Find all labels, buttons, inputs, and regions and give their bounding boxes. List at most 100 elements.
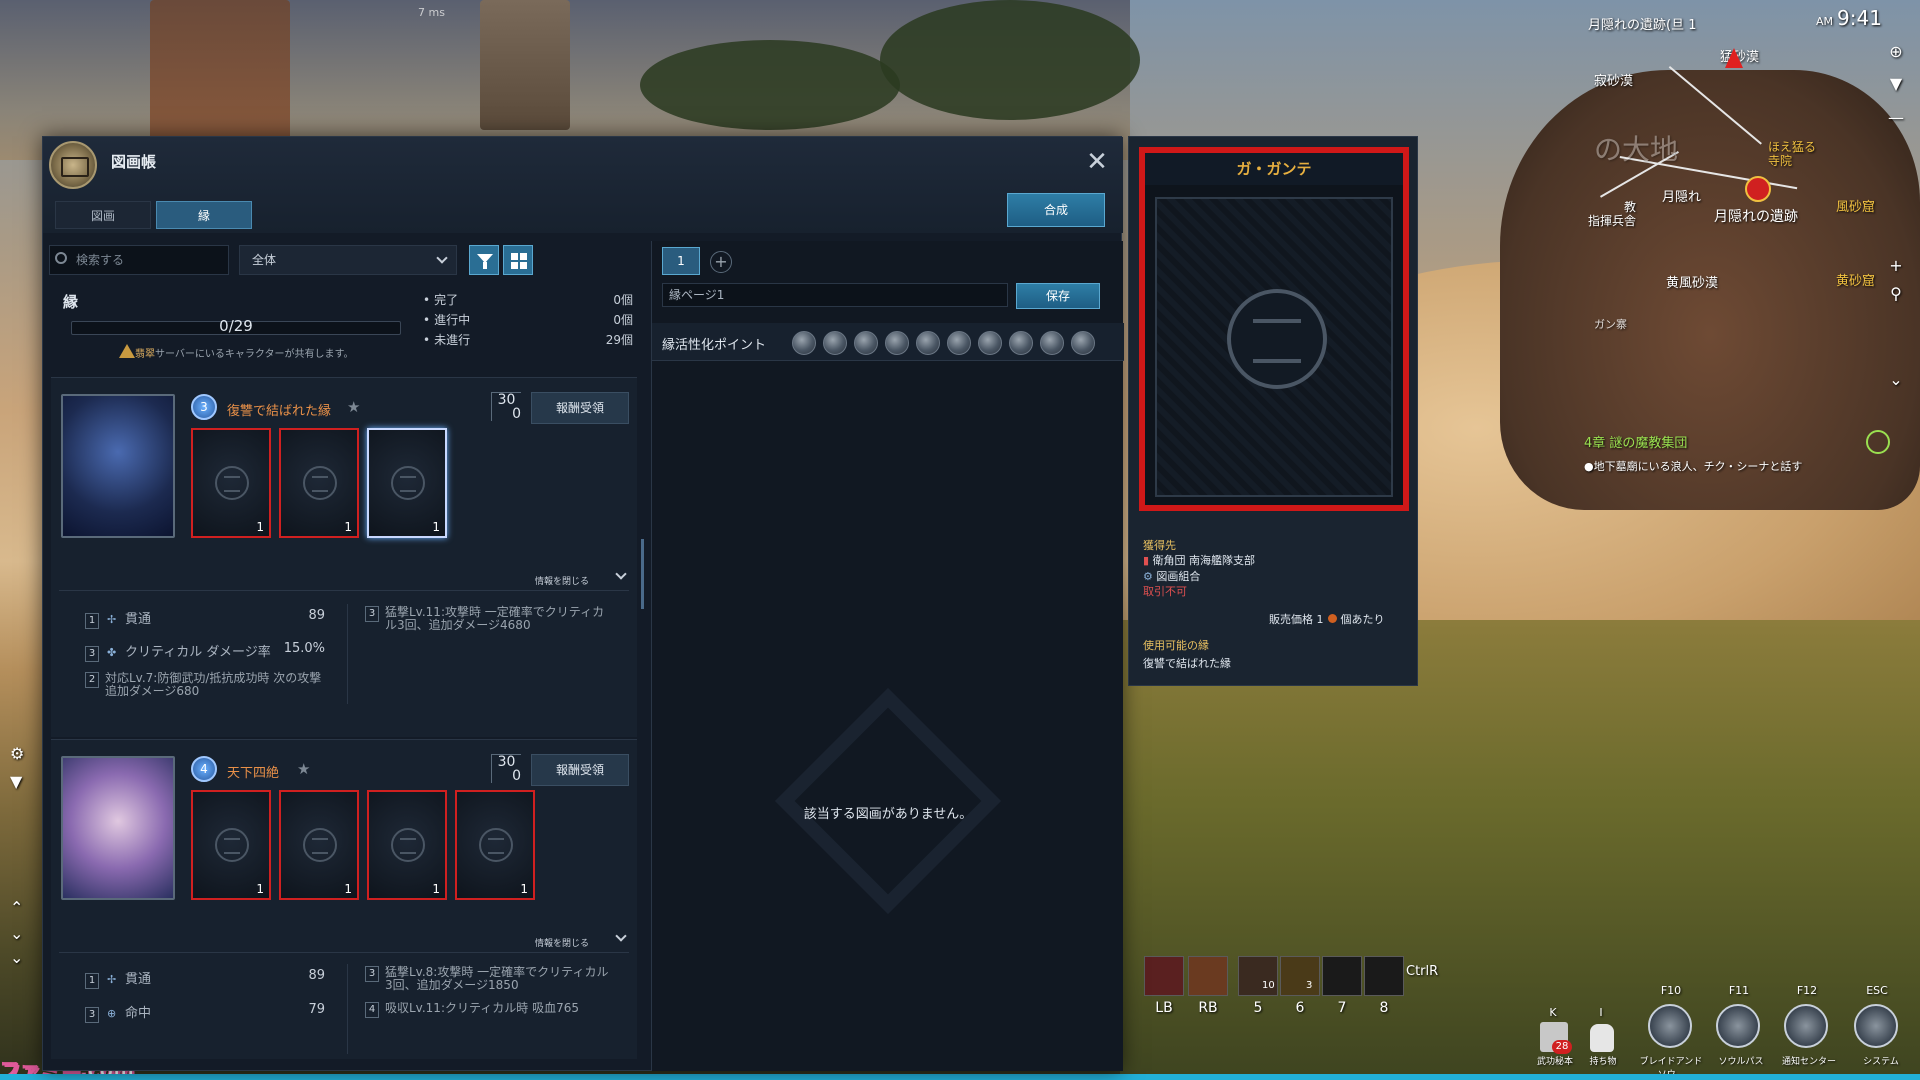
card-slot[interactable]: 1 <box>367 790 447 900</box>
claim-reward-button[interactable]: 報酬受領 <box>531 392 629 424</box>
close-button[interactable]: ✕ <box>1083 149 1111 177</box>
usable-bond-label: 使用可能の縁 <box>1143 639 1209 652</box>
chevron-down-icon[interactable]: ⌄ <box>10 924 28 943</box>
filter-icon[interactable]: ▼ <box>10 772 28 791</box>
claim-reward-button[interactable]: 報酬受領 <box>531 754 629 786</box>
activation-points-label: 縁活性化ポイント <box>662 338 767 353</box>
collapse-info-label[interactable]: 情報を閉じる <box>535 574 589 587</box>
page-tab[interactable]: 1 <box>662 247 700 275</box>
effect-name: 命中 <box>125 1006 152 1021</box>
empty-message: 該当する図画がありません。 <box>803 807 973 822</box>
hotbar-slot[interactable] <box>1144 956 1184 996</box>
set-score: 30 0 <box>491 392 521 421</box>
chevron-up-icon[interactable] <box>615 568 627 580</box>
system-label: システム <box>1863 1057 1899 1067</box>
tab-cards[interactable]: 図画 <box>55 201 151 229</box>
crosshair-icon[interactable]: ⊕ <box>1888 44 1904 60</box>
save-button[interactable]: 保存 <box>1016 283 1100 309</box>
chevron-down-icon[interactable]: ⌄ <box>1888 372 1904 388</box>
score-bottom: 0 <box>512 768 521 784</box>
bond-set[interactable]: 4 天下四絶 ★ 30 0 報酬受領 1 1 1 1 情報を閉じる 1 ✢ 貫通 89 … <box>51 739 637 1059</box>
search-input[interactable]: 検索する <box>49 245 229 275</box>
card-count: 1 <box>344 882 352 896</box>
hotbar-slot[interactable] <box>1364 956 1404 996</box>
hotbar-slot[interactable] <box>1280 956 1320 996</box>
point-orb-icon <box>1071 331 1095 355</box>
system-key: F10 <box>1660 984 1682 997</box>
gear-icon[interactable]: ⚙ <box>10 744 28 763</box>
zoom-in-icon[interactable]: + <box>1888 258 1904 274</box>
chevron-up-icon[interactable] <box>615 930 627 942</box>
card-emblem-icon <box>303 828 337 862</box>
share-note-text: サーバーにいるキャラクターが共有します。 <box>155 349 354 360</box>
scrollbar[interactable] <box>641 539 644 609</box>
card-slot[interactable]: 1 <box>191 428 271 538</box>
notification-center-button[interactable] <box>1784 1004 1828 1048</box>
effect-level: 3 <box>365 606 379 622</box>
chevron-up-icon[interactable]: ⌃ <box>10 898 28 917</box>
collapse-info-label[interactable]: 情報を閉じる <box>535 936 589 949</box>
experience-bar <box>0 1074 1920 1080</box>
soul-pass-button[interactable] <box>1716 1004 1760 1048</box>
card-slot[interactable]: 1 <box>279 790 359 900</box>
map-label: 黄風砂漠 <box>1666 276 1719 291</box>
system-key: F12 <box>1796 984 1818 997</box>
category-select[interactable]: 全体 <box>239 245 457 275</box>
card-slot[interactable]: 1 <box>279 428 359 538</box>
system-menu-button[interactable] <box>1854 1004 1898 1048</box>
effect-row-long: 4 吸収Lv.11:クリティカル時 吸血765 <box>365 1002 615 1018</box>
synthesize-button[interactable]: 合成 <box>1007 193 1105 227</box>
card-slot[interactable]: 1 <box>191 790 271 900</box>
section-label: 縁 <box>63 293 79 311</box>
hotbar-key: RB <box>1198 1000 1218 1016</box>
card-slot-selected[interactable]: 1 <box>367 428 447 538</box>
system-label: 通知センター <box>1781 1057 1836 1067</box>
coin-icon <box>1327 614 1337 623</box>
favorite-star-icon[interactable]: ★ <box>297 760 310 778</box>
effect-value: 89 <box>308 968 325 983</box>
bond-set[interactable]: 3 復讐で結ばれた縁 ★ 30 0 報酬受領 1 1 1 情報を閉じる 1 ✢ 貫通 8… <box>51 377 637 737</box>
chevron-down-icon[interactable]: ⌄ <box>10 948 28 967</box>
system-key: ESC <box>1866 984 1888 997</box>
price-label: 販売価格 <box>1269 613 1313 626</box>
zoom-out-icon[interactable]: — <box>1888 110 1904 126</box>
filter-icon[interactable]: ▼ <box>1888 76 1904 92</box>
effect-name: クリティカル ダメージ率 <box>125 645 271 660</box>
card-count: 1 <box>432 882 440 896</box>
effect-row: 3 ✤ クリティカル ダメージ率 15.0% <box>85 641 325 662</box>
player-marker-icon <box>1725 48 1743 68</box>
card-title: ガ・ガンテ <box>1145 153 1403 185</box>
source-text: 図画組合 <box>1156 570 1201 583</box>
fps-readout: 7 ms <box>418 6 445 19</box>
minimap[interactable]: 寂砂漠 猛砂漠 ほえ猛る 寺院 の大地 月隠れ 月隠れの遺跡 教 指揮兵舎 黄風… <box>1580 36 1880 356</box>
card-count: 1 <box>344 520 352 534</box>
stat-label: 完了 <box>434 293 459 307</box>
card-count: 1 <box>256 520 264 534</box>
point-orb-icon <box>823 331 847 355</box>
source-text: 衛角団 南海艦隊支部 <box>1152 554 1256 567</box>
pin-icon[interactable]: ⚲ <box>1888 286 1904 302</box>
character-portrait <box>61 394 175 538</box>
quest-title[interactable]: 4章 謎の魔教集団 <box>1584 432 1687 451</box>
card-emblem-icon <box>479 828 513 862</box>
grid-icon <box>511 253 527 269</box>
card-slot[interactable]: 1 <box>455 790 535 900</box>
hotbar-slot[interactable] <box>1188 956 1228 996</box>
blade-and-soul-button[interactable] <box>1648 1004 1692 1048</box>
page-name-input[interactable]: 縁ページ1 <box>662 283 1008 307</box>
point-orb-icon <box>916 331 940 355</box>
card-emblem-icon <box>215 466 249 500</box>
stat-value: 0個 <box>613 313 633 327</box>
card-emblem-icon <box>1227 289 1327 389</box>
filter-button[interactable] <box>469 245 499 275</box>
inventory-bag-icon[interactable] <box>1590 1024 1614 1052</box>
effect-text: 猛撃Lv.11:攻撃時 一定確率でクリティカル3回、追加ダメージ4680 <box>385 605 605 632</box>
grid-view-button[interactable] <box>503 245 533 275</box>
hotbar-count: 10 <box>1262 980 1275 991</box>
clock-ampm: AM <box>1816 15 1834 28</box>
tab-bonds[interactable]: 縁 <box>156 201 252 229</box>
favorite-star-icon[interactable]: ★ <box>347 398 360 416</box>
hotbar-slot[interactable] <box>1322 956 1362 996</box>
add-page-button[interactable]: + <box>710 251 732 273</box>
system-key: I <box>1599 1006 1603 1019</box>
